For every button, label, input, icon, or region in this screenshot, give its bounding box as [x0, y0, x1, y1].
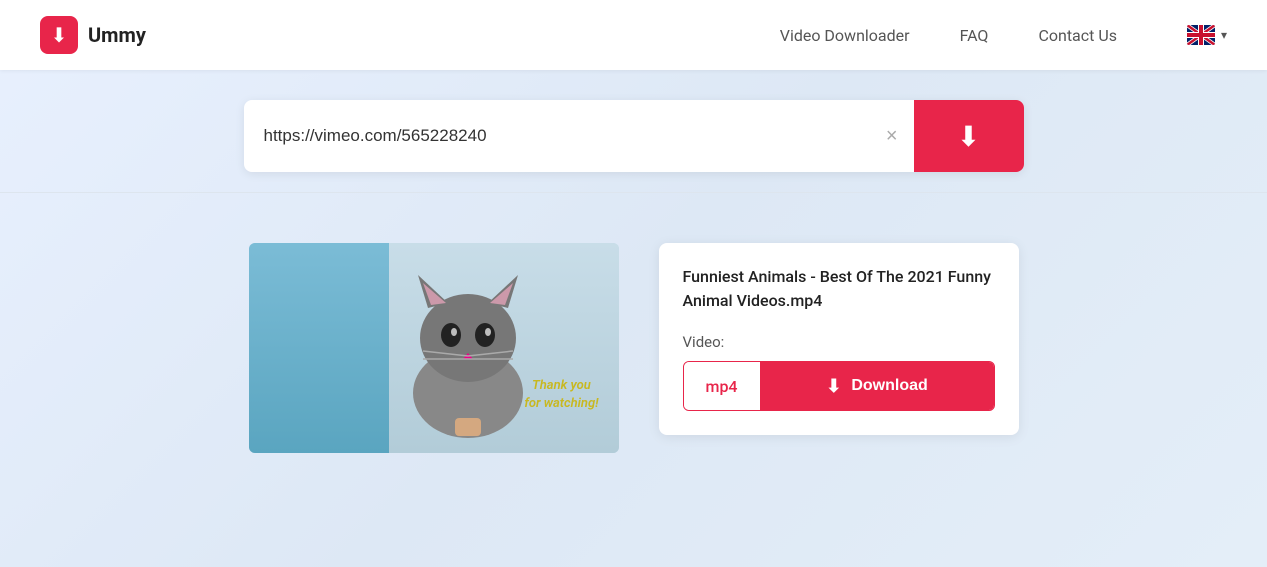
video-format-label: Video: [683, 333, 995, 351]
format-badge: mp4 [684, 362, 761, 410]
thumb-bg-left [249, 243, 390, 453]
logo-text: Ummy [88, 23, 146, 47]
result-section: Thank you for watching! Funniest Animals… [0, 213, 1267, 483]
video-thumbnail: Thank you for watching! [249, 243, 619, 453]
download-button-label: Download [851, 377, 927, 395]
main-nav: Video Downloader FAQ Contact Us ▾ [780, 25, 1227, 45]
url-input[interactable] [244, 126, 870, 146]
search-section: × ⬇ [0, 70, 1267, 192]
logo-wrap: ⬇ Ummy [40, 16, 146, 54]
chevron-down-icon: ▾ [1221, 28, 1227, 42]
nav-contact-us[interactable]: Contact Us [1038, 26, 1117, 45]
video-info-card: Funniest Animals - Best Of The 2021 Funn… [659, 243, 1019, 435]
video-title: Funniest Animals - Best Of The 2021 Funn… [683, 265, 995, 313]
overlay-text: Thank you for watching! [524, 377, 598, 413]
header: ⬇ Ummy Video Downloader FAQ Contact Us ▾ [0, 0, 1267, 70]
download-button[interactable]: ⬇ Download [761, 362, 994, 410]
language-selector[interactable]: ▾ [1187, 25, 1227, 45]
download-icon: ⬇ [826, 376, 841, 397]
format-download-row: mp4 ⬇ Download [683, 361, 995, 411]
section-divider [0, 192, 1267, 193]
nav-video-downloader[interactable]: Video Downloader [780, 26, 910, 45]
download-icon: ⬇ [957, 120, 980, 153]
clear-button[interactable]: × [870, 125, 914, 148]
search-bar: × ⬇ [244, 100, 1024, 172]
nav-faq[interactable]: FAQ [960, 26, 989, 45]
flag-icon [1187, 25, 1215, 45]
cat-image [383, 263, 553, 443]
search-download-button[interactable]: ⬇ [914, 100, 1024, 172]
logo-icon: ⬇ [40, 16, 78, 54]
